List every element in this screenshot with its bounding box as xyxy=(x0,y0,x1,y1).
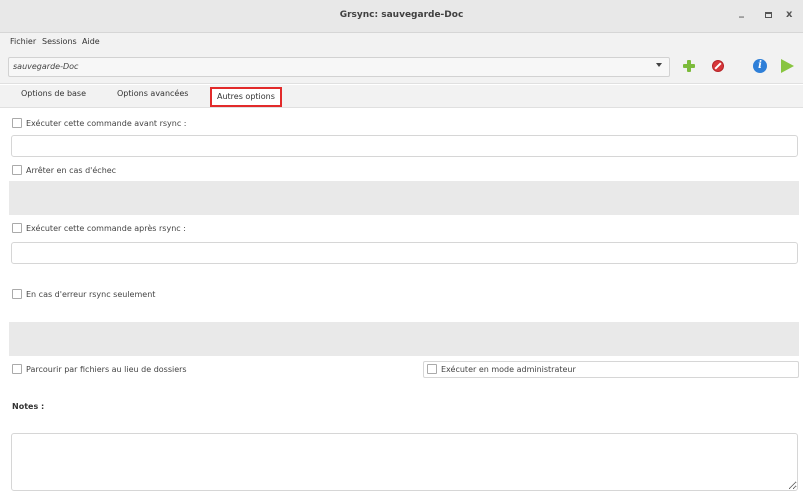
before-command-output-panel xyxy=(9,181,799,215)
notes-textarea[interactable] xyxy=(11,433,798,491)
tab-autres-options[interactable]: Autres options xyxy=(210,87,282,107)
tab-options-avancees[interactable]: Options avancées xyxy=(117,89,188,98)
chevron-down-icon[interactable] xyxy=(656,63,662,67)
title-bar: Grsync: sauvegarde-Doc _ x xyxy=(0,0,803,33)
session-select-value: sauvegarde-Doc xyxy=(13,62,79,71)
tab-options-de-base[interactable]: Options de base xyxy=(21,89,86,98)
close-button[interactable]: x xyxy=(786,10,792,20)
after-command-checkbox[interactable] xyxy=(12,223,22,233)
session-select[interactable]: sauvegarde-Doc xyxy=(8,57,670,77)
before-command-input[interactable] xyxy=(11,135,798,157)
menu-fichier[interactable]: Fichier xyxy=(10,37,36,46)
browse-files-label: Parcourir par fichiers au lieu de dossie… xyxy=(26,365,187,374)
notes-label: Notes : xyxy=(12,402,45,411)
add-session-icon[interactable] xyxy=(682,59,696,73)
after-command-output-panel xyxy=(9,322,799,356)
browse-files-checkbox[interactable] xyxy=(12,364,22,374)
before-command-checkbox[interactable] xyxy=(12,118,22,128)
stop-on-failure-checkbox[interactable] xyxy=(12,165,22,175)
menu-bar: Fichier Sessions Aide xyxy=(0,33,803,51)
after-command-label: Exécuter cette commande après rsync : xyxy=(26,224,186,233)
delete-session-icon[interactable] xyxy=(712,60,724,72)
run-as-admin-checkbox[interactable] xyxy=(427,364,437,374)
run-as-admin-label: Exécuter en mode administrateur xyxy=(441,365,576,374)
after-command-input[interactable] xyxy=(11,242,798,264)
info-icon[interactable]: i xyxy=(753,59,767,73)
run-icon[interactable] xyxy=(781,59,794,73)
tab-bar: Options de base Options avancées Autres … xyxy=(0,85,803,108)
minimize-button[interactable]: _ xyxy=(739,8,744,18)
menu-aide[interactable]: Aide xyxy=(82,37,100,46)
on-rsync-error-label: En cas d'erreur rsync seulement xyxy=(26,290,156,299)
maximize-button[interactable] xyxy=(765,12,772,18)
stop-on-failure-label: Arrêter en cas d'échec xyxy=(26,166,117,175)
before-command-label: Exécuter cette commande avant rsync : xyxy=(26,119,187,128)
on-rsync-error-checkbox[interactable] xyxy=(12,289,22,299)
menu-sessions[interactable]: Sessions xyxy=(42,37,77,46)
window-title: Grsync: sauvegarde-Doc xyxy=(339,10,464,20)
